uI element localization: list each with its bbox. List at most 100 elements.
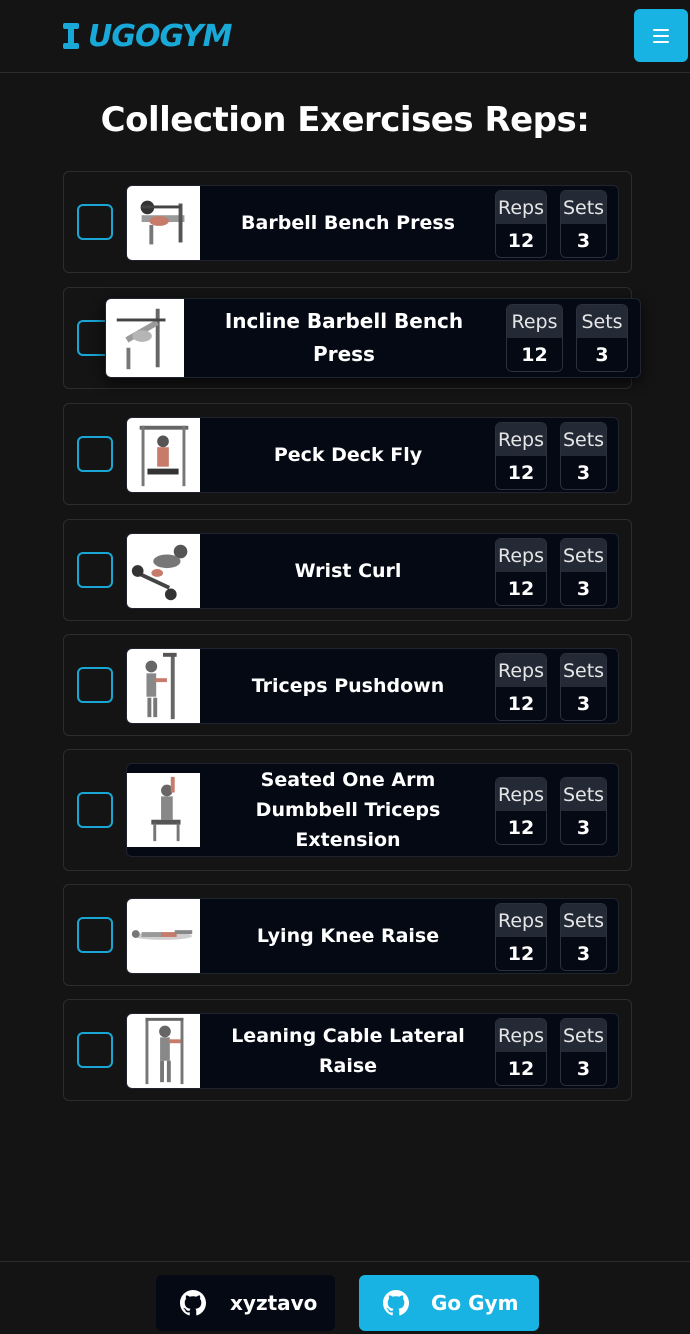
exercise-name: Peck Deck Fly [273, 444, 423, 466]
exercise-image [127, 899, 200, 973]
exercise-name: Triceps Pushdown [251, 675, 445, 697]
sets-value: 3 [561, 937, 606, 970]
sets-field[interactable]: Sets 3 [560, 538, 607, 606]
exercise-name: Leaning Cable Lateral Raise [231, 1025, 465, 1077]
reps-field[interactable]: Reps 12 [495, 777, 547, 845]
exercise-row: Incline Barbell Bench Press Reps 12 Sets… [63, 287, 641, 389]
exercise-checkbox[interactable] [77, 436, 113, 472]
exercise-checkbox[interactable] [77, 667, 113, 703]
exercise-row: Triceps Pushdown Reps 12 Sets 3 [63, 634, 632, 736]
reps-field[interactable]: Reps 12 [495, 903, 547, 971]
sets-field[interactable]: Sets 3 [560, 1018, 607, 1086]
reps-value: 12 [496, 456, 546, 489]
sets-label: Sets [561, 539, 606, 572]
exercise-row: Peck Deck Fly Reps 12 Sets 3 [63, 403, 632, 505]
exercise-card[interactable]: Lying Knee Raise Reps 12 Sets 3 [126, 898, 619, 974]
exercise-checkbox[interactable] [77, 204, 113, 240]
exercise-image [127, 1014, 200, 1088]
sets-label: Sets [561, 904, 606, 937]
exercise-name: Seated One Arm Dumbbell Triceps Extensio… [255, 769, 441, 851]
exercise-card[interactable]: Barbell Bench Press Reps 12 Sets 3 [126, 185, 619, 261]
sets-value: 3 [561, 456, 606, 489]
sets-field[interactable]: Sets 3 [560, 190, 607, 258]
reps-field[interactable]: Reps 12 [495, 190, 547, 258]
exercise-checkbox[interactable] [77, 552, 113, 588]
go-gym-label: Go Gym [431, 1291, 519, 1315]
exercise-name: Barbell Bench Press [241, 212, 455, 234]
exercise-row: Seated One Arm Dumbbell Triceps Extensio… [63, 749, 632, 871]
reps-value: 12 [496, 811, 546, 844]
reps-field[interactable]: Reps 12 [495, 653, 547, 721]
go-gym-repo-button[interactable]: Go Gym [359, 1275, 539, 1331]
sets-value: 3 [561, 572, 606, 605]
sets-label: Sets [561, 191, 606, 224]
sets-value: 3 [561, 811, 606, 844]
exercise-card[interactable]: Triceps Pushdown Reps 12 Sets 3 [126, 648, 619, 724]
exercise-card[interactable]: Leaning Cable Lateral Raise Reps 12 Sets… [126, 1013, 619, 1089]
exercise-checkbox[interactable] [77, 792, 113, 828]
reps-field[interactable]: Reps 12 [495, 422, 547, 490]
exercise-card[interactable]: Wrist Curl Reps 12 Sets 3 [126, 533, 619, 609]
exercise-image [127, 773, 200, 847]
reps-value: 12 [496, 687, 546, 720]
reps-value: 12 [507, 338, 562, 371]
logo-text: UGOGYM [88, 18, 232, 54]
reps-label: Reps [496, 539, 546, 572]
exercise-name: Incline Barbell Bench Press [224, 309, 464, 366]
github-icon [383, 1290, 409, 1316]
hamburger-menu-button[interactable] [634, 9, 688, 62]
hamburger-menu-icon [653, 28, 669, 31]
reps-field[interactable]: Reps 12 [495, 1018, 547, 1086]
reps-label: Reps [496, 423, 546, 456]
sets-value: 3 [577, 338, 627, 371]
exercise-row: Barbell Bench Press Reps 12 Sets 3 [63, 171, 632, 273]
sets-label: Sets [561, 1019, 606, 1052]
sets-value: 3 [561, 687, 606, 720]
top-navbar: UGOGYM [0, 0, 690, 73]
sets-label: Sets [561, 423, 606, 456]
sets-value: 3 [561, 1052, 606, 1085]
exercise-name: Lying Knee Raise [256, 925, 440, 947]
reps-value: 12 [496, 1052, 546, 1085]
exercise-image [127, 186, 200, 260]
reps-label: Reps [496, 1019, 546, 1052]
exercise-card[interactable]: Peck Deck Fly Reps 12 Sets 3 [126, 417, 619, 493]
exercise-image [127, 418, 200, 492]
github-icon [180, 1290, 206, 1316]
reps-label: Reps [507, 305, 562, 338]
github-user-button[interactable]: xyztavo [156, 1275, 335, 1331]
exercise-image [106, 299, 184, 377]
exercise-name: Wrist Curl [294, 560, 402, 582]
app-logo[interactable]: UGOGYM [60, 16, 232, 56]
page-title: Collection Exercises Reps: [100, 100, 590, 140]
sets-field[interactable]: Sets 3 [576, 304, 628, 372]
exercise-card-dragging[interactable]: Incline Barbell Bench Press Reps 12 Sets… [105, 298, 641, 378]
footer: xyztavo Go Gym [0, 1261, 690, 1334]
reps-label: Reps [496, 654, 546, 687]
sets-field[interactable]: Sets 3 [560, 903, 607, 971]
exercise-image [127, 534, 200, 608]
exercise-checkbox[interactable] [77, 1032, 113, 1068]
exercise-checkbox[interactable] [77, 917, 113, 953]
reps-field[interactable]: Reps 12 [495, 538, 547, 606]
reps-label: Reps [496, 191, 546, 224]
exercise-card[interactable]: Seated One Arm Dumbbell Triceps Extensio… [126, 763, 619, 857]
dumbbell-logo-icon [63, 23, 79, 49]
sets-label: Sets [577, 305, 627, 338]
reps-value: 12 [496, 224, 546, 257]
exercise-image [127, 649, 200, 723]
sets-value: 3 [561, 224, 606, 257]
sets-label: Sets [561, 778, 606, 811]
sets-field[interactable]: Sets 3 [560, 777, 607, 845]
github-user-label: xyztavo [230, 1291, 318, 1315]
reps-value: 12 [496, 572, 546, 605]
reps-label: Reps [496, 778, 546, 811]
sets-label: Sets [561, 654, 606, 687]
reps-label: Reps [496, 904, 546, 937]
sets-field[interactable]: Sets 3 [560, 422, 607, 490]
reps-value: 12 [496, 937, 546, 970]
reps-field[interactable]: Reps 12 [506, 304, 563, 372]
exercise-row: Wrist Curl Reps 12 Sets 3 [63, 519, 632, 621]
exercise-row: Leaning Cable Lateral Raise Reps 12 Sets… [63, 999, 632, 1101]
sets-field[interactable]: Sets 3 [560, 653, 607, 721]
